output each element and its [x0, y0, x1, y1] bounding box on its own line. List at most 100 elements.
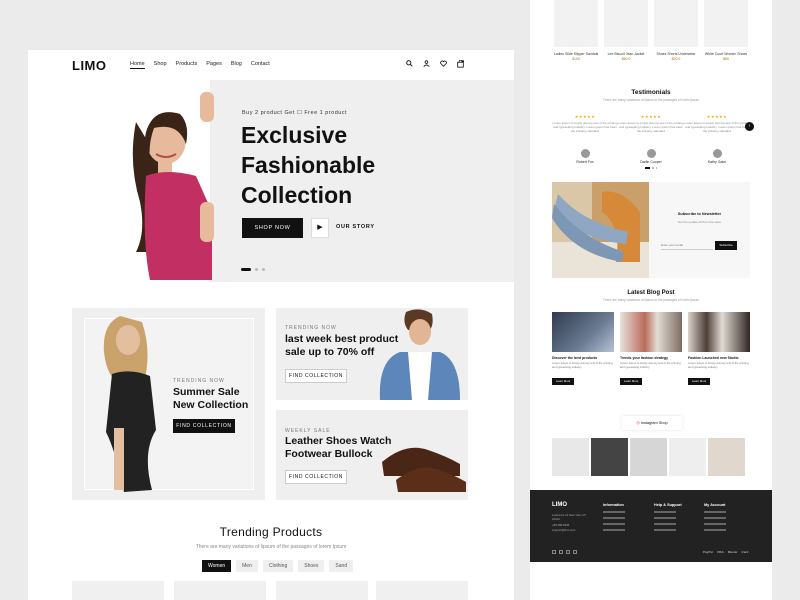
- bag-icon[interactable]: [456, 59, 464, 68]
- footer-link[interactable]: [654, 529, 676, 531]
- testimonials-title: Testimonials: [631, 89, 671, 96]
- promo-bottom-title: Leather Shoes Watch Footwear Bullock: [285, 435, 391, 461]
- learn-more-button[interactable]: Learn More: [620, 377, 643, 385]
- footer-link[interactable]: [603, 517, 625, 519]
- product-card[interactable]: [376, 581, 468, 600]
- product-price: $100: [572, 57, 580, 61]
- blog-post-title: Discover the best products: [552, 356, 598, 360]
- footer-column-title: My Account: [704, 503, 726, 507]
- user-icon[interactable]: [422, 60, 430, 68]
- carousel-dot[interactable]: [652, 167, 654, 169]
- linkedin-icon[interactable]: [573, 550, 577, 554]
- tab-clothing[interactable]: Clothing: [262, 560, 294, 572]
- shop-now-button[interactable]: SHOP NOW: [242, 218, 303, 238]
- instagram-icon: ◎: [636, 421, 640, 425]
- logo[interactable]: LIMO: [72, 58, 107, 73]
- instagram-image[interactable]: [630, 438, 667, 476]
- footer-link[interactable]: [603, 529, 625, 531]
- menu-products[interactable]: Products: [176, 61, 198, 69]
- carousel-dot[interactable]: [255, 268, 258, 271]
- facebook-icon[interactable]: [552, 550, 556, 554]
- promo-bottom-find-collection-button[interactable]: FIND COLLECTION: [285, 470, 347, 484]
- carousel-dot[interactable]: [655, 167, 657, 169]
- product-price: $20.0: [671, 57, 681, 61]
- footer-email: support@limo.com: [552, 528, 576, 532]
- product-card[interactable]: [654, 0, 698, 47]
- search-icon[interactable]: [405, 60, 413, 68]
- testimonials-subtitle: There are many variations of lipsum of t…: [602, 98, 700, 102]
- email-field[interactable]: [661, 241, 713, 250]
- footer-link[interactable]: [704, 517, 726, 519]
- hero-title-line-2: Fashionable: [241, 152, 376, 178]
- blog-card[interactable]: Discover the best products Lorem ipsum i…: [552, 312, 614, 388]
- blog-subtitle: There are many variations of lipsum of t…: [602, 298, 700, 302]
- blog-image: [688, 312, 750, 352]
- menu-contact[interactable]: Contact: [251, 61, 270, 69]
- footer-logo[interactable]: LIMO: [552, 502, 567, 508]
- twitter-icon[interactable]: [559, 550, 563, 554]
- menu-pages[interactable]: Pages: [206, 61, 222, 69]
- avatar: [646, 149, 656, 158]
- trending-title: Trending Products: [219, 525, 323, 539]
- product-name: Lee Biscuit Jean Jacket: [607, 52, 645, 56]
- play-icon[interactable]: ▶: [311, 218, 329, 238]
- main-menu: Home Shop Products Pages Blog Contact: [130, 61, 270, 69]
- blog-card[interactable]: Trends your fashion strategy Lorem ipsum…: [620, 312, 682, 388]
- footer-link[interactable]: [603, 511, 625, 513]
- carousel-dot[interactable]: [262, 268, 265, 271]
- footer-column-information: Information: [603, 503, 625, 531]
- footer-link[interactable]: [704, 529, 726, 531]
- product-card[interactable]: [704, 0, 748, 47]
- footer-link[interactable]: [704, 511, 726, 513]
- testimonial-card: ★★★★★ Lorem ipsum is simply dummy text o…: [684, 114, 750, 164]
- instagram-label: Instagram Shop: [640, 421, 668, 425]
- blog-post-excerpt: Lorem ipsum is simply dummy text of the …: [688, 361, 749, 369]
- promo-main-title-line-2: New Collection: [173, 399, 249, 411]
- instagram-image[interactable]: [591, 438, 628, 476]
- instagram-image[interactable]: [708, 438, 745, 476]
- blog-post-title: Fashion Launched new Studio: [688, 356, 739, 360]
- product-card[interactable]: [604, 0, 648, 47]
- footer-link[interactable]: [704, 523, 726, 525]
- menu-shop[interactable]: Shop: [154, 61, 167, 69]
- chevron-right-icon[interactable]: ›: [745, 122, 754, 131]
- promo-model-image: [103, 316, 156, 492]
- heart-icon[interactable]: [439, 60, 447, 68]
- star-rating: ★★★★★: [640, 114, 662, 119]
- our-story-link[interactable]: OUR STORY: [336, 224, 375, 230]
- footer: LIMO Lesbonne 14 New York, NY 10010 +86 …: [530, 490, 772, 562]
- tab-sand[interactable]: Sand: [329, 560, 354, 572]
- tab-shoes[interactable]: Shoes: [298, 560, 325, 572]
- footer-link[interactable]: [603, 523, 625, 525]
- newsletter-subtitle: Get the update off from the store: [677, 220, 722, 224]
- learn-more-button[interactable]: Learn More: [552, 377, 575, 385]
- instagram-shop-badge[interactable]: ◎ Instagram Shop: [622, 416, 682, 430]
- product-card[interactable]: [72, 581, 164, 600]
- tab-men[interactable]: Men: [236, 560, 258, 572]
- promo-leather-shoes: WEEKLY SALE Leather Shoes Watch Footwear…: [276, 410, 468, 500]
- menu-blog[interactable]: Blog: [231, 61, 242, 69]
- footer-link[interactable]: [654, 511, 676, 513]
- social-icons: [552, 550, 577, 554]
- menu-home[interactable]: Home: [130, 61, 145, 69]
- instagram-image[interactable]: [552, 438, 589, 476]
- product-card[interactable]: [276, 581, 368, 600]
- promo-top-find-collection-button[interactable]: FIND COLLECTION: [285, 369, 347, 383]
- tab-women[interactable]: Women: [202, 560, 232, 572]
- product-card[interactable]: [554, 0, 598, 47]
- instagram-image[interactable]: [669, 438, 706, 476]
- subscribe-button[interactable]: Subscribe: [715, 241, 737, 250]
- learn-more-button[interactable]: Learn More: [688, 377, 711, 385]
- carousel-dot-active[interactable]: [241, 268, 251, 271]
- instagram-icon[interactable]: [566, 550, 570, 554]
- footer-link[interactable]: [654, 517, 676, 519]
- carousel-dot-active[interactable]: [645, 167, 650, 169]
- product-card[interactable]: [174, 581, 266, 600]
- blog-card[interactable]: Fashion Launched new Studio Lorem ipsum …: [688, 312, 750, 388]
- hero-banner: Buy 2 product Get ☐ Free 1 product Exclu…: [28, 80, 514, 282]
- blog-post-excerpt: Lorem ipsum is simply dummy text of the …: [620, 361, 681, 369]
- footer-link[interactable]: [654, 523, 676, 525]
- promo-main-find-collection-button[interactable]: FIND COLLECTION: [173, 419, 235, 433]
- testimonial-text: Lorem ipsum is simply dummy text of the …: [684, 121, 750, 133]
- testimonial-card: ★★★★★ Lorem ipsum is simply dummy text o…: [552, 114, 618, 164]
